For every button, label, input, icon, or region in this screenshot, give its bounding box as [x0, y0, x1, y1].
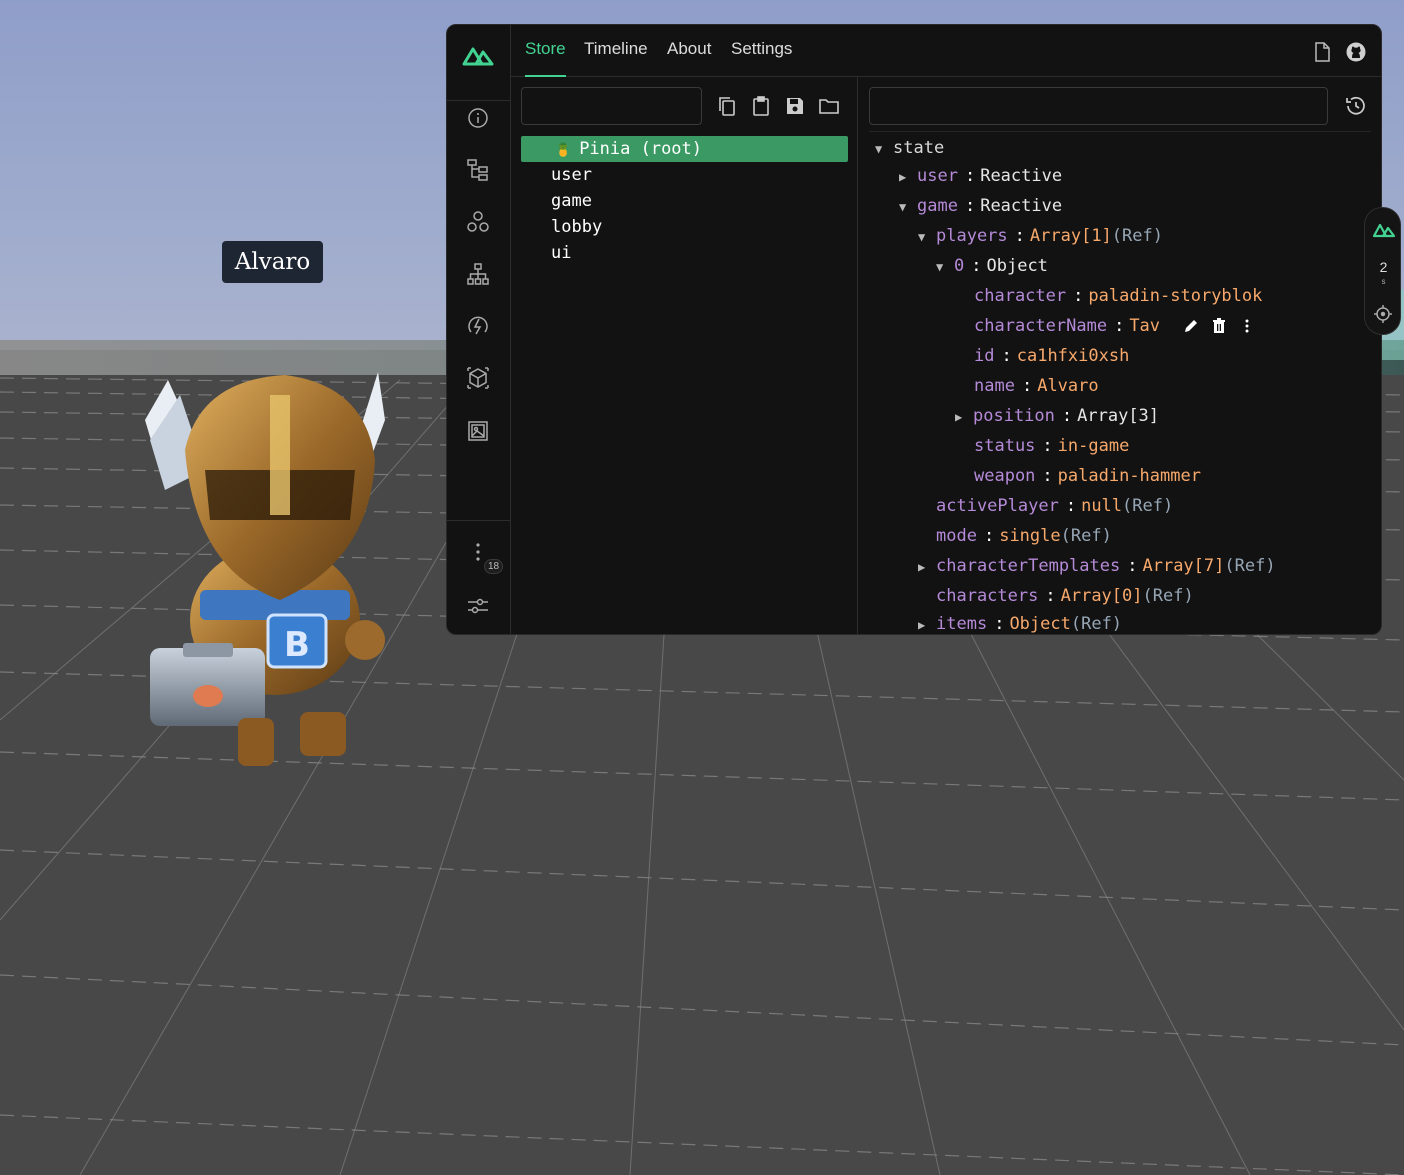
tab-bar: Store Timeline About Settings	[511, 25, 1381, 77]
collapse-arrow-icon[interactable]: ▶	[918, 554, 936, 580]
tree-leaf-weapon[interactable]: weapon: paladin-hammer	[974, 463, 1201, 489]
player-name-label: Alvaro	[222, 241, 323, 283]
nuxt-logo-icon[interactable]	[1372, 220, 1396, 240]
modules-icon[interactable]	[465, 209, 491, 235]
store-item-lobby[interactable]: lobby	[521, 214, 848, 240]
tree-leaf-characterName[interactable]: characterName: Tav	[974, 313, 1256, 339]
tab-timeline[interactable]: Timeline	[584, 39, 648, 77]
tree-node-player-0[interactable]: ▼ 0: Object	[936, 253, 1048, 279]
state-filter-input[interactable]	[869, 87, 1328, 125]
store-item-user[interactable]: user	[521, 162, 848, 188]
tree-node-position[interactable]: ▶ position: Array[3]	[955, 403, 1159, 429]
tree-node-user[interactable]: ▶ user: Reactive	[899, 163, 1062, 189]
store-filter-input[interactable]	[521, 87, 702, 125]
tree-leaf-activePlayer[interactable]: activePlayer: null(Ref)	[936, 493, 1173, 519]
store-item-game[interactable]: game	[521, 188, 848, 214]
folder-icon[interactable]	[816, 93, 842, 119]
render-time-unit: s	[1381, 277, 1386, 286]
more-count-badge: 18	[484, 559, 503, 574]
expand-arrow-icon[interactable]: ▼	[875, 136, 893, 162]
tree-leaf-id[interactable]: id: ca1hfxi0xsh	[974, 343, 1129, 369]
tree-leaf-character[interactable]: character: paladin-storyblok	[974, 283, 1262, 309]
github-icon[interactable]	[1345, 41, 1367, 63]
divider	[869, 131, 1371, 132]
package-icon[interactable]	[465, 365, 491, 391]
collapse-arrow-icon[interactable]: ▶	[955, 404, 973, 430]
save-icon[interactable]	[782, 93, 808, 119]
document-icon[interactable]	[1311, 41, 1333, 63]
history-icon[interactable]	[1343, 93, 1369, 119]
expand-arrow-icon[interactable]: ▼	[918, 224, 936, 250]
tree-node-items[interactable]: ▶ items: Object(Ref)	[918, 611, 1122, 634]
tree-leaf-characters[interactable]: characters: Array[0](Ref)	[936, 583, 1194, 609]
tree-node-players[interactable]: ▼ players: Array[1](Ref)	[918, 223, 1163, 249]
tab-store[interactable]: Store	[525, 39, 566, 77]
store-item-pinia-root[interactable]: 🍍 Pinia (root)	[521, 136, 848, 162]
edit-pencil-icon[interactable]	[1182, 317, 1200, 335]
tree-node-state[interactable]: ▼ state	[875, 135, 944, 161]
pineapple-icon: 🍍	[555, 143, 572, 158]
state-inspector-pane: ▼ state ▶ user: Reactive ▼ game: Reactive ▼ pl…	[859, 77, 1381, 634]
paste-icon[interactable]	[748, 93, 774, 119]
nav-separator	[447, 520, 510, 521]
assets-icon[interactable]	[465, 418, 491, 444]
nuxt-logo-icon[interactable]	[461, 41, 495, 71]
more-options-icon[interactable]	[1238, 317, 1256, 335]
component-tree-icon[interactable]	[465, 157, 491, 183]
copy-icon[interactable]	[714, 93, 740, 119]
store-item-label: Pinia (root)	[579, 139, 703, 159]
tree-node-game[interactable]: ▼ game: Reactive	[899, 193, 1062, 219]
settings-sliders-icon[interactable]	[465, 593, 491, 619]
nav-separator	[447, 100, 510, 101]
collapse-arrow-icon[interactable]: ▶	[899, 164, 917, 190]
performance-icon[interactable]	[465, 313, 491, 339]
tree-leaf-status[interactable]: status: in-game	[974, 433, 1129, 459]
nuxt-devtools-floating-button[interactable]: 2 s	[1364, 207, 1401, 335]
tab-about[interactable]: About	[667, 39, 711, 77]
delete-trash-icon[interactable]	[1210, 317, 1228, 335]
expand-arrow-icon[interactable]: ▼	[936, 254, 954, 280]
render-time-value: 2	[1379, 259, 1388, 275]
collapse-arrow-icon[interactable]: ▶	[918, 612, 936, 634]
pinia-devtools-panel: 18 Store Timeline About Settings 🍍 Pinia …	[446, 24, 1382, 635]
inspect-target-icon[interactable]	[1373, 304, 1393, 324]
tree-leaf-name[interactable]: name: Alvaro	[974, 373, 1099, 399]
store-item-ui[interactable]: ui	[521, 240, 848, 266]
tree-leaf-mode[interactable]: mode: single(Ref)	[936, 523, 1112, 549]
store-list: 🍍 Pinia (root) user game lobby ui	[521, 136, 848, 266]
svg-text:B: B	[284, 625, 310, 665]
side-nav: 18	[447, 25, 511, 634]
tree-node-characterTemplates[interactable]: ▶ characterTemplates: Array[7](Ref)	[918, 553, 1276, 579]
info-icon[interactable]	[465, 105, 491, 131]
hierarchy-icon[interactable]	[465, 261, 491, 287]
tab-settings[interactable]: Settings	[731, 39, 792, 77]
store-list-pane: 🍍 Pinia (root) user game lobby ui	[511, 77, 858, 634]
expand-arrow-icon[interactable]: ▼	[899, 194, 917, 220]
